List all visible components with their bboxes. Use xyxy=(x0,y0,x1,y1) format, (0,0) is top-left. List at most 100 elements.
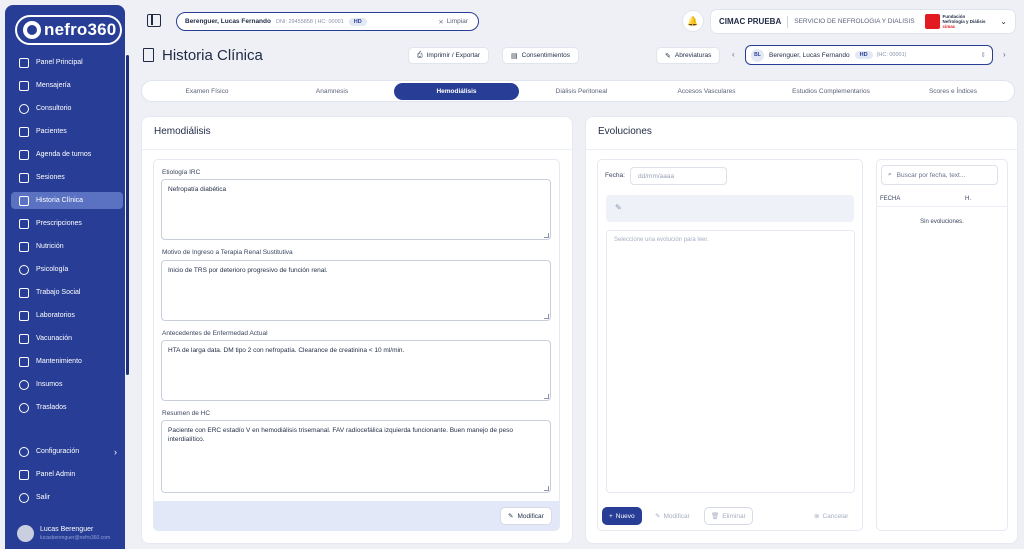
etiologia-field[interactable]: Nefropatía diabética xyxy=(161,179,551,240)
sidebar-item-laboratorios[interactable]: Laboratorios xyxy=(11,307,123,324)
tab-anamnesis[interactable]: Anamnesis xyxy=(270,83,394,100)
print-export-button[interactable]: ⎙ Imprimir / Exportar xyxy=(408,47,490,64)
user-profile[interactable]: Lucas Berenguer lucasberenguer@nefro360.… xyxy=(17,525,110,542)
sidebar-item-trabajo-social[interactable]: Trabajo Social xyxy=(11,284,123,301)
patient-select-badge: HD xyxy=(854,51,873,59)
bell-icon[interactable]: 🔔 xyxy=(682,10,704,32)
tab-estudios-complementarios[interactable]: Estudios Complementarios xyxy=(769,83,893,100)
logo-text: nefro360 xyxy=(44,20,117,39)
cancel-label: Cancelar xyxy=(822,512,849,520)
sidebar-item-panel-admin[interactable]: Panel Admin xyxy=(11,466,123,483)
resize-handle[interactable] xyxy=(544,314,549,319)
cancel-icon: ⊗ xyxy=(814,513,820,520)
crown-icon xyxy=(19,469,29,480)
delete-evolution-button[interactable]: 🗑 Eliminar xyxy=(704,507,753,525)
nutrition-icon xyxy=(19,241,29,252)
evolution-list-header: FECHA H. xyxy=(876,193,1008,207)
divider xyxy=(787,15,789,28)
trash-icon: 🗑 xyxy=(711,513,720,520)
plus-icon: + xyxy=(609,512,613,520)
motivo-field[interactable]: Inicio de TRS por deterioro progresivo d… xyxy=(161,260,551,321)
field-label-motivo: Motivo de Ingreso a Terapia Renal Sustit… xyxy=(162,249,293,256)
document-icon xyxy=(143,48,154,62)
clear-patient-button[interactable]: ⨯ Limpiar xyxy=(438,18,468,26)
center-logo-text: Fundación Nefrología y Diálisis cimac xyxy=(943,14,986,29)
column-header-date[interactable]: FECHA xyxy=(880,196,900,202)
tab-accesos-vasculares[interactable]: Accesos Vasculares xyxy=(644,83,769,100)
patient-initials: BL xyxy=(751,48,764,62)
power-icon xyxy=(19,492,29,503)
resize-handle[interactable] xyxy=(544,486,549,491)
psychology-icon xyxy=(19,264,29,275)
sidebar-item-psicologia[interactable]: Psicología xyxy=(11,261,123,278)
resize-handle[interactable] xyxy=(544,394,549,399)
sidebar-item-mantenimiento[interactable]: Mantenimiento xyxy=(11,353,123,370)
next-patient-button[interactable]: › xyxy=(1003,50,1006,59)
avatar xyxy=(17,525,34,542)
sidebar-nav: Panel Principal Mensajería Consultorio P… xyxy=(11,54,123,422)
sidebar-item-nutricion[interactable]: Nutrición xyxy=(11,238,123,255)
sidebar-item-vacunacion[interactable]: Vacunación xyxy=(11,330,123,347)
sidebar-item-label: Traslados xyxy=(36,404,67,411)
patient-select[interactable]: BL Berenguer, Lucas Fernando HD (HC: 000… xyxy=(745,45,993,65)
new-evolution-button[interactable]: + Nuevo xyxy=(602,507,642,525)
sidebar-item-panel-principal[interactable]: Panel Principal xyxy=(11,54,123,71)
tab-examen-fisico[interactable]: Examen Físico xyxy=(145,83,269,100)
clear-user-icon: ⨯ xyxy=(438,18,444,26)
tab-scores-indices[interactable]: Scores e Índices xyxy=(893,83,1013,100)
cancel-evolution-button[interactable]: ⊗ Cancelar xyxy=(814,507,848,525)
patient-name: Berenguer, Lucas Fernando xyxy=(185,18,271,25)
antecedentes-field[interactable]: HTA de larga data. DM tipo 2 con nefropa… xyxy=(161,340,551,401)
sidebar-item-label: Sesiones xyxy=(36,174,65,181)
evolution-placeholder: Seleccione una evolución para leer. xyxy=(614,237,709,243)
evolution-list xyxy=(876,159,1008,531)
abbreviations-button[interactable]: ✎ Abreviaturas xyxy=(656,47,721,64)
date-field[interactable]: dd/mm/aaaa xyxy=(630,167,727,185)
clipboard-icon xyxy=(19,287,29,298)
user-name: Lucas Berenguer xyxy=(40,526,94,533)
sidebar-item-label: Trabajo Social xyxy=(36,289,81,296)
sidebar-item-salir[interactable]: Salir xyxy=(11,489,123,506)
logo-icon xyxy=(23,21,41,39)
resize-handle[interactable] xyxy=(544,233,549,238)
stethoscope-icon xyxy=(19,103,29,114)
sidebar-item-traslados[interactable]: Traslados xyxy=(11,399,123,416)
sidebar-scrollbar[interactable] xyxy=(126,55,129,375)
evolution-text-area[interactable]: Seleccione una evolución para leer. xyxy=(606,230,855,493)
resumen-value: Paciente con ERC estadío V en hemodiális… xyxy=(168,427,513,443)
toggle-sidebar-button[interactable] xyxy=(147,14,161,27)
sidebar-item-insumos[interactable]: Insumos xyxy=(11,376,123,393)
center-logo-icon xyxy=(924,14,940,29)
patient-search-bar[interactable]: Berenguer, Lucas Fernando DNI: 29455858 … xyxy=(176,12,479,31)
tab-dialisis-peritoneal[interactable]: Diálisis Peritoneal xyxy=(519,83,644,100)
field-label-resumen: Resumen de HC xyxy=(162,410,211,417)
transfer-icon xyxy=(19,402,29,413)
sidebar-item-historia-clinica[interactable]: Historia Clínica xyxy=(11,192,123,209)
field-label-etiologia: Etiología IRC xyxy=(162,169,201,176)
sidebar-item-pacientes[interactable]: Pacientes xyxy=(11,123,123,140)
consents-button[interactable]: ▤ Consentimientos xyxy=(502,47,580,64)
tab-hemodialisis[interactable]: Hemodiálisis xyxy=(394,83,519,100)
sidebar-item-mensajeria[interactable]: Mensajería xyxy=(11,77,123,94)
app-logo[interactable]: nefro360 xyxy=(15,15,122,45)
resumen-field[interactable]: Paciente con ERC estadío V en hemodiális… xyxy=(161,420,551,493)
sidebar-item-sesiones[interactable]: Sesiones xyxy=(11,169,123,186)
patient-meta: DNI: 29455858 | HC: 00001 xyxy=(275,18,344,25)
clear-label: Limpiar xyxy=(446,18,468,25)
modify-button[interactable]: ✎ Modificar xyxy=(500,507,552,525)
sidebar-item-consultorio[interactable]: Consultorio xyxy=(11,100,123,117)
column-header-h[interactable]: H. xyxy=(965,196,971,202)
prev-patient-button[interactable]: ‹ xyxy=(732,50,735,59)
panel-title: Hemodiálisis xyxy=(154,126,211,137)
delete-label: Eliminar xyxy=(722,512,746,520)
sidebar-item-prescripciones[interactable]: Prescripciones xyxy=(11,215,123,232)
sidebar-item-label: Vacunación xyxy=(36,335,73,342)
evolution-search-input[interactable]: ⌕ Buscar por fecha, text... xyxy=(881,165,998,185)
sidebar-item-label: Salir xyxy=(36,494,51,501)
center-logo-line3: cimac xyxy=(942,24,956,29)
sidebar-item-agenda[interactable]: Agenda de turnos xyxy=(11,146,123,163)
motivo-value: Inicio de TRS por deterioro progresivo d… xyxy=(168,267,328,274)
center-selector[interactable]: CIMAC PRUEBA SERVICIO DE NEFROLOGIA Y DI… xyxy=(710,9,1016,34)
modify-evolution-button[interactable]: ✎ Modificar xyxy=(655,507,690,525)
sidebar-item-configuracion[interactable]: Configuración › xyxy=(11,443,123,460)
